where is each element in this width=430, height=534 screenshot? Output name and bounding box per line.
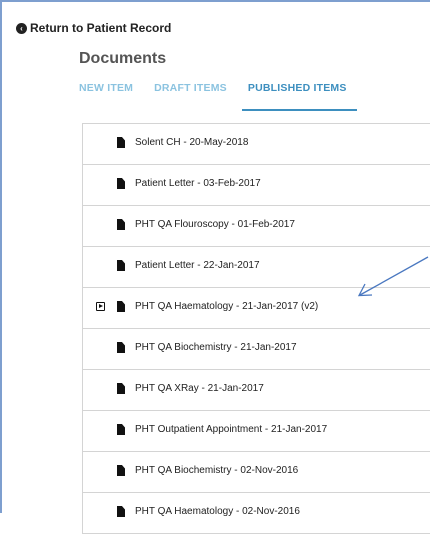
list-item[interactable]: PHT QA Biochemistry - 21-Jan-2017 bbox=[83, 329, 430, 370]
document-icon bbox=[117, 342, 125, 353]
document-label: PHT QA Biochemistry - 21-Jan-2017 bbox=[135, 342, 297, 353]
return-link-label: Return to Patient Record bbox=[30, 21, 172, 35]
document-icon bbox=[117, 178, 125, 189]
document-icon bbox=[117, 219, 125, 230]
document-label: PHT QA XRay - 21-Jan-2017 bbox=[135, 383, 264, 394]
document-icon bbox=[117, 301, 125, 312]
document-icon bbox=[117, 506, 125, 517]
document-label: PHT QA Haematology - 02-Nov-2016 bbox=[135, 506, 300, 517]
tab-new-item[interactable]: NEW ITEM bbox=[79, 82, 133, 109]
page-title: Documents bbox=[79, 50, 167, 67]
document-icon bbox=[117, 383, 125, 394]
document-label: PHT QA Flouroscopy - 01-Feb-2017 bbox=[135, 219, 295, 230]
frame-top-border bbox=[0, 0, 430, 2]
document-label: PHT Outpatient Appointment - 21-Jan-2017 bbox=[135, 424, 328, 435]
list-item[interactable]: PHT QA Biochemistry - 02-Nov-2016 bbox=[83, 452, 430, 493]
document-label: Patient Letter - 22-Jan-2017 bbox=[135, 260, 260, 271]
list-item[interactable]: PHT Outpatient Appointment - 21-Jan-2017 bbox=[83, 411, 430, 452]
document-icon bbox=[117, 424, 125, 435]
document-tabs: NEW ITEM DRAFT ITEMS PUBLISHED ITEMS bbox=[79, 82, 368, 112]
list-item[interactable]: PHT QA Flouroscopy - 01-Feb-2017 bbox=[83, 206, 430, 247]
document-label: Solent CH - 20-May-2018 bbox=[135, 137, 249, 148]
list-item[interactable]: PHT QA Haematology - 02-Nov-2016 bbox=[83, 493, 430, 534]
document-icon bbox=[117, 465, 125, 476]
document-icon bbox=[117, 137, 125, 148]
tab-published-items[interactable]: PUBLISHED ITEMS bbox=[241, 82, 357, 111]
list-item[interactable]: PHT QA XRay - 21-Jan-2017 bbox=[83, 370, 430, 411]
document-icon bbox=[117, 260, 125, 271]
list-item[interactable]: Patient Letter - 03-Feb-2017 bbox=[83, 165, 430, 206]
expand-versions-icon[interactable] bbox=[96, 302, 105, 311]
annotation-arrow-icon bbox=[357, 256, 429, 297]
return-to-patient-record-link[interactable]: ‹ Return to Patient Record bbox=[16, 21, 171, 35]
tab-draft-items[interactable]: DRAFT ITEMS bbox=[154, 82, 227, 109]
documents-list: Solent CH - 20-May-2018 Patient Letter -… bbox=[82, 123, 430, 534]
document-label: Patient Letter - 03-Feb-2017 bbox=[135, 178, 261, 189]
document-label: PHT QA Haematology - 21-Jan-2017 (v2) bbox=[135, 301, 319, 312]
chevron-left-circle-icon: ‹ bbox=[16, 22, 27, 34]
document-label: PHT QA Biochemistry - 02-Nov-2016 bbox=[135, 465, 299, 476]
frame-left-border bbox=[0, 0, 2, 513]
list-item[interactable]: Solent CH - 20-May-2018 bbox=[83, 124, 430, 165]
